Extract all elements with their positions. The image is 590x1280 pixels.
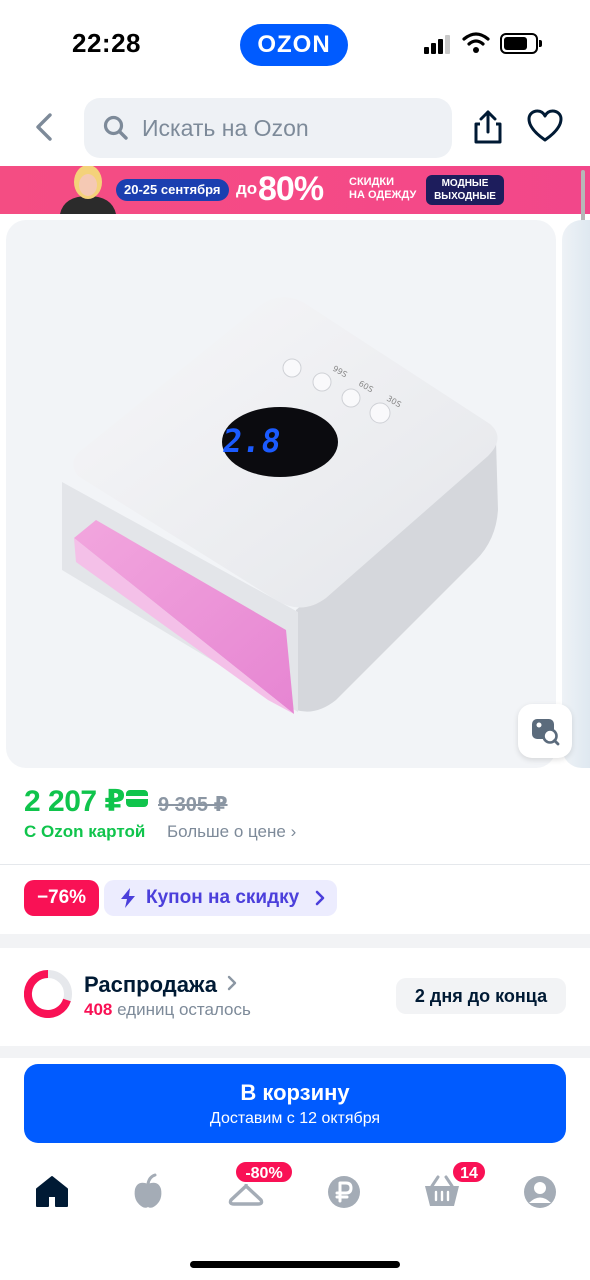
coupon-button[interactable]: Купон на скидку <box>104 880 337 916</box>
banner-line1: СКИДКИ <box>349 176 395 188</box>
add-to-cart-label: В корзину <box>240 1080 350 1105</box>
promo-banner[interactable]: 20-25 сентября до 80% СКИДКИ НА ОДЕЖДУ М… <box>0 166 590 214</box>
chevron-right-icon <box>315 890 325 906</box>
ozon-card-icon <box>126 790 148 807</box>
sale-title-text: Распродажа <box>84 972 218 997</box>
banner-sale-text: СКИДКИ НА ОДЕЖДУ <box>349 176 416 202</box>
ozon-card-label: С Ozon картой <box>24 822 146 841</box>
search-input[interactable] <box>142 98 442 158</box>
search-icon <box>103 115 128 140</box>
banner-model-image <box>60 166 116 214</box>
coupon-label: Купон на скидку <box>146 887 300 908</box>
ruble-finance-icon[interactable] <box>324 1172 364 1212</box>
cellular-signal-icon <box>424 34 452 54</box>
ozon-app-badge[interactable]: OZON <box>240 24 348 66</box>
discount-badge: −76% <box>24 880 99 916</box>
home-indicator[interactable] <box>190 1261 400 1268</box>
section-separator <box>0 1046 590 1058</box>
fresh-apple-icon[interactable] <box>128 1172 168 1212</box>
sale-tab-badge: -80% <box>234 1160 294 1184</box>
sale-timer-icon <box>24 970 72 1018</box>
lamp-display-value: 2.8 <box>220 422 283 460</box>
battery-icon <box>500 33 542 54</box>
product-nail-lamp-image: 99S 60S 30S 2.8 <box>62 297 498 714</box>
days-left-badge: 2 дня до конца <box>396 978 566 1014</box>
image-search-icon <box>532 719 560 746</box>
cart-count-badge: 14 <box>451 1160 487 1184</box>
delivery-date: Доставим с 12 октября <box>209 1110 381 1127</box>
section-separator <box>0 934 590 948</box>
units-left-suffix: единиц осталось <box>112 1000 251 1019</box>
banner-dates: 20-25 сентября <box>116 179 229 201</box>
divider <box>0 864 590 865</box>
sale-title[interactable]: Распродажа <box>84 972 237 998</box>
units-left-count: 408 <box>84 1000 113 1019</box>
banner-tag-line2: ВЫХОДНЫЕ <box>434 191 496 202</box>
current-price: 2 207 ₽ <box>24 785 125 818</box>
chevron-right-icon <box>227 975 237 991</box>
banner-line2: НА ОДЕЖДУ <box>349 189 417 201</box>
banner-tag-line1: МОДНЫЕ <box>441 178 489 189</box>
old-price: 9 305 ₽ <box>158 794 228 816</box>
home-icon[interactable] <box>32 1172 72 1212</box>
next-product-image[interactable] <box>562 220 590 768</box>
banner-upto: до <box>236 179 258 198</box>
more-about-price-link[interactable]: Больше о цене › <box>167 822 296 842</box>
share-icon[interactable] <box>470 108 506 146</box>
lightning-icon <box>121 888 135 908</box>
product-image-gallery[interactable]: 99S 60S 30S 2.8 <box>6 220 556 768</box>
wifi-icon <box>462 32 490 53</box>
add-to-cart-button[interactable]: В корзину Доставим с 12 октября <box>24 1064 566 1143</box>
back-arrow-icon[interactable] <box>28 110 62 144</box>
visual-search-button[interactable] <box>518 704 572 758</box>
search-bar[interactable] <box>84 98 452 158</box>
status-bar: 22:28 OZON <box>0 0 590 90</box>
units-left: 408 единиц осталось <box>84 1000 251 1020</box>
status-time: 22:28 <box>72 28 141 58</box>
favorite-heart-icon[interactable] <box>526 108 564 144</box>
profile-icon[interactable] <box>520 1172 560 1212</box>
banner-percent: 80% <box>258 170 324 208</box>
banner-tag: МОДНЫЕ ВЫХОДНЫЕ <box>426 175 504 205</box>
